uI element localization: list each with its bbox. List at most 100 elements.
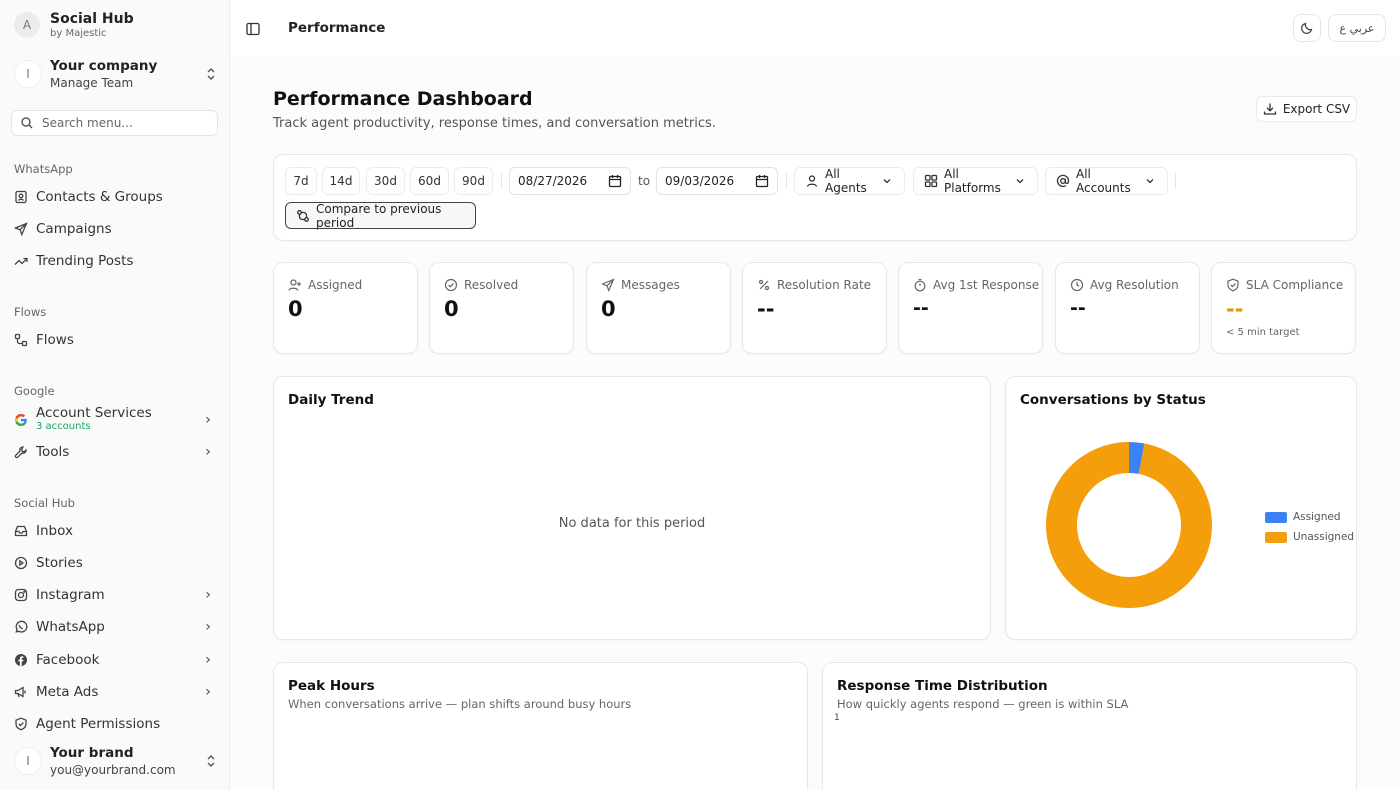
stat-value: 0 [444, 297, 459, 321]
user-email: you@yourbrand.com [50, 763, 176, 777]
section-social-hub: Social Hub [14, 496, 75, 510]
date-to-input[interactable]: 09/03/2026 [656, 167, 778, 195]
divider [786, 173, 787, 189]
sidebar-item-label: Tools [36, 444, 70, 460]
platforms-dropdown[interactable]: All Platforms [913, 167, 1038, 195]
search-input[interactable] [42, 116, 202, 130]
export-csv-button[interactable]: Export CSV [1256, 96, 1357, 122]
legend-swatch [1265, 531, 1287, 543]
donut-chart [1046, 442, 1212, 608]
stat-value: 0 [601, 297, 616, 321]
search-box[interactable] [11, 110, 218, 136]
wrench-icon [14, 445, 28, 459]
sidebar-item-meta-ads[interactable]: Meta Ads › [14, 680, 214, 704]
contacts-icon [14, 190, 28, 204]
sidebar-item-instagram[interactable]: Instagram › [14, 583, 214, 607]
brand-avatar: A [14, 12, 40, 38]
stat-value: -- [1070, 297, 1086, 319]
range-30d[interactable]: 30d [366, 167, 405, 195]
user-plus-icon [288, 278, 302, 292]
date-to-value: 09/03/2026 [665, 174, 735, 188]
empty-message: No data for this period [558, 516, 706, 531]
chevron-right-icon: › [205, 684, 211, 700]
range-90d[interactable]: 90d [454, 167, 493, 195]
legend-item-assigned[interactable]: Assigned [1265, 507, 1354, 527]
section-flows: Flows [14, 305, 47, 319]
card-title: Peak Hours [288, 678, 375, 694]
slice-unassigned[interactable] [1046, 442, 1212, 608]
peak-hours-card: Peak Hours When conversations arrive — p… [273, 662, 808, 790]
agents-value: All Agents [825, 167, 867, 195]
brand-subtitle: by Majestic [50, 28, 107, 39]
sidebar-item-label: Contacts & Groups [36, 189, 163, 205]
instagram-icon [14, 588, 28, 602]
stat-label: Resolution Rate [777, 278, 872, 292]
chevron-right-icon: › [205, 619, 211, 635]
language-button[interactable]: عربي ع [1328, 14, 1386, 42]
card-title: Daily Trend [288, 392, 374, 408]
sidebar-item-flows[interactable]: Flows [14, 328, 214, 352]
company-avatar: I [14, 60, 42, 88]
sidebar-item-tools[interactable]: Tools › [14, 440, 214, 464]
agents-dropdown[interactable]: All Agents [794, 167, 905, 195]
sidebar-item-inbox[interactable]: Inbox [14, 519, 214, 543]
sidebar-item-campaigns[interactable]: Campaigns [14, 217, 214, 241]
send-icon [14, 222, 28, 236]
stat-avg-first-response: Avg 1st Response -- [898, 262, 1043, 354]
accounts-dropdown[interactable]: All Accounts [1045, 167, 1168, 195]
sidebar-item-facebook[interactable]: Facebook › [14, 648, 214, 672]
stat-note: < 5 min target [1226, 327, 1300, 338]
theme-toggle-button[interactable] [1293, 14, 1321, 42]
chevrons-up-down-icon [204, 754, 218, 768]
stat-label: Avg 1st Response [933, 278, 1040, 292]
sidebar-item-label: Meta Ads [36, 684, 99, 700]
section-google: Google [14, 384, 55, 398]
divider [501, 173, 502, 189]
inbox-icon [14, 524, 28, 538]
grid-icon [924, 174, 938, 188]
legend-swatch [1265, 511, 1287, 523]
range-60d[interactable]: 60d [410, 167, 449, 195]
sidebar-item-label: Account Services [36, 405, 152, 421]
topbar: Performance عربي ع [230, 0, 1400, 56]
calendar-icon [755, 174, 769, 188]
dashboard-title: Performance Dashboard [273, 88, 533, 110]
stat-resolved: Resolved 0 [429, 262, 574, 354]
card-subtitle: When conversations arrive — plan shifts … [288, 697, 632, 711]
stat-label: Assigned [308, 278, 363, 292]
card-subtitle: How quickly agents respond — green is wi… [837, 697, 1129, 711]
google-icon [14, 413, 28, 427]
moon-icon [1300, 21, 1314, 35]
chevron-right-icon: › [205, 652, 211, 668]
legend-item-unassigned[interactable]: Unassigned [1265, 527, 1354, 547]
trending-icon [14, 254, 28, 268]
company-name: Your company [50, 58, 158, 74]
export-label: Export CSV [1282, 102, 1351, 116]
chevron-down-icon [1013, 174, 1027, 188]
chart-legend: Assigned Unassigned [1265, 507, 1354, 547]
sidebar-toggle-icon[interactable] [246, 21, 260, 36]
sidebar-item-label: Stories [36, 555, 83, 571]
sidebar-item-agent-permissions[interactable]: Agent Permissions [14, 712, 214, 736]
range-7d[interactable]: 7d [285, 167, 317, 195]
timer-icon [913, 278, 927, 292]
stat-avg-resolution: Avg Resolution -- [1055, 262, 1200, 354]
sidebar-item-stories[interactable]: Stories [14, 551, 214, 575]
range-14d[interactable]: 14d [322, 167, 360, 195]
sidebar-item-contacts[interactable]: Contacts & Groups [14, 185, 214, 209]
chevron-down-icon [880, 174, 894, 188]
brand[interactable]: A Social Hub by Majestic [14, 11, 134, 39]
sidebar-item-trending[interactable]: Trending Posts [14, 249, 214, 273]
brand-title: Social Hub [50, 11, 134, 27]
chevron-right-icon: › [205, 587, 211, 603]
user-name: Your brand [50, 745, 134, 761]
user-switcher[interactable]: I Your brand you@yourbrand.com [14, 744, 218, 778]
stat-value: -- [913, 297, 929, 319]
company-switcher[interactable]: I Your company Manage Team [14, 56, 218, 92]
sidebar-item-account-services[interactable]: Account Services 3 accounts › [14, 406, 214, 434]
sidebar-item-label: Facebook [36, 652, 100, 668]
compare-button[interactable]: Compare to previous period [285, 202, 476, 230]
sidebar-item-whatsapp[interactable]: WhatsApp › [14, 615, 214, 639]
date-from-input[interactable]: 08/27/2026 [509, 167, 631, 195]
calendar-icon [608, 174, 622, 188]
